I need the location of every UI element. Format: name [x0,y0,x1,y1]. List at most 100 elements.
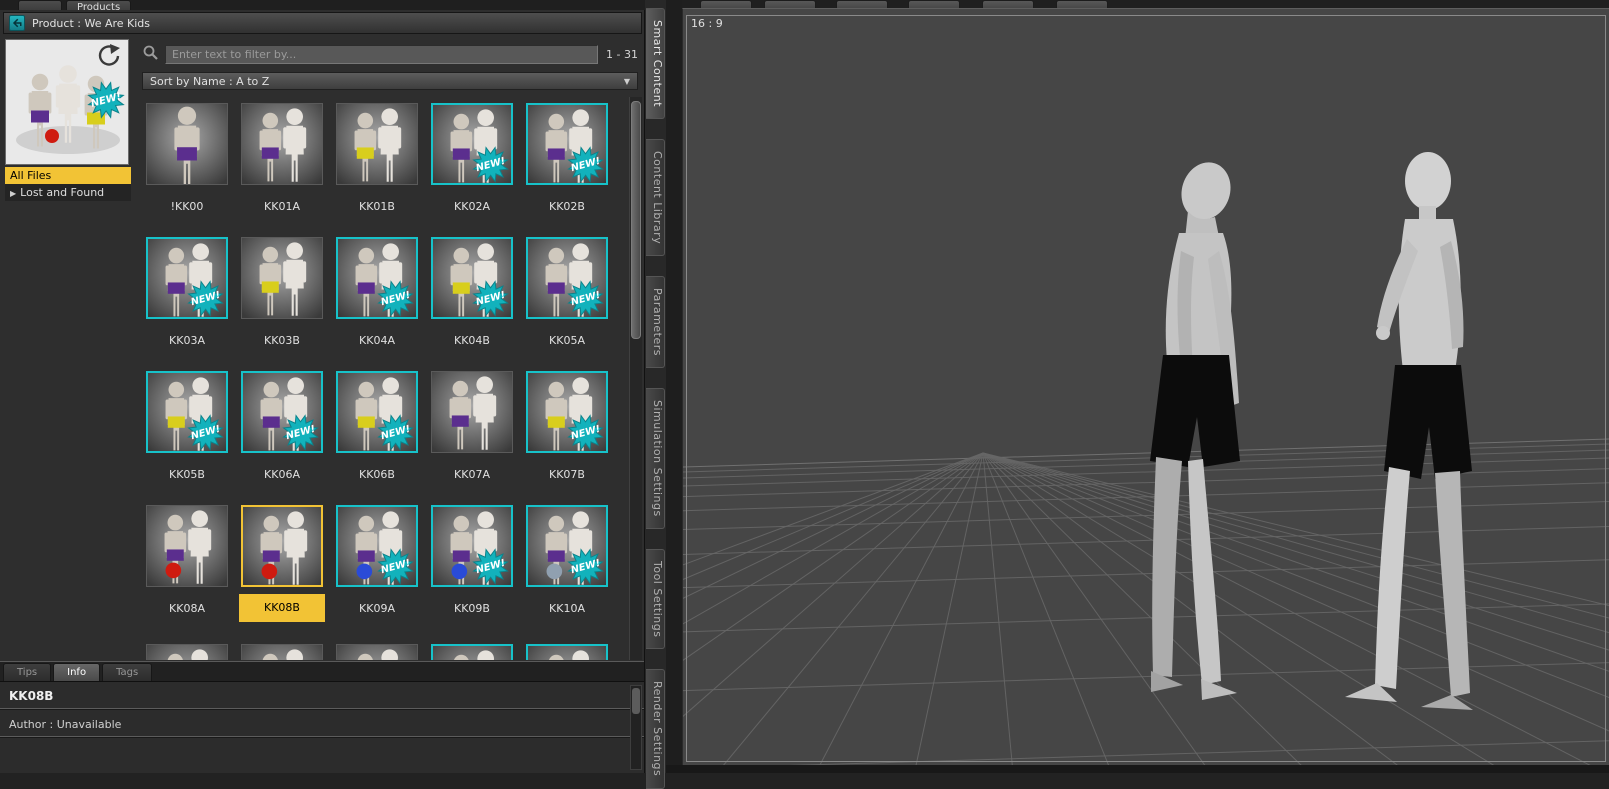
asset-thumbnail[interactable] [241,237,323,319]
pane-tab-content-library[interactable]: Content Library [646,139,665,257]
asset-thumbnail[interactable] [241,644,323,660]
asset-item-kk02a[interactable]: NEW! KK02A [431,103,513,215]
asset-item-kk04b[interactable]: NEW! KK04B [431,237,513,349]
viewport-3d[interactable]: 16 : 9 [682,8,1609,765]
pane-tab-smart-content[interactable]: Smart Content [646,8,665,120]
asset-thumbnail[interactable]: NEW! [526,505,608,587]
asset-thumbnail[interactable] [146,103,228,185]
info-tab-tips[interactable]: Tips [3,663,52,681]
asset-item-kk01a[interactable]: KK01A [241,103,323,215]
asset-item-kk05b[interactable]: NEW! KK05B [146,371,228,483]
search-icon [142,44,159,64]
sidebar-item-all-files[interactable]: All Files [5,167,131,184]
asset-thumbnail[interactable] [146,644,228,660]
asset-thumbnail[interactable]: NEW! [431,505,513,587]
asset-label: KK04A [359,334,395,347]
top-tab-stub[interactable] [18,0,62,10]
asset-item-kk07a[interactable]: KK07A [431,371,513,483]
pane-tab-simulation-settings[interactable]: Simulation Settings [646,388,665,529]
grid-scrollbar-thumb[interactable] [631,101,641,339]
asset-item-kk03a[interactable]: NEW! KK03A [146,237,228,349]
asset-item[interactable] [336,644,418,660]
asset-thumbnail[interactable] [241,103,323,185]
sort-dropdown[interactable]: Sort by Name : A to Z ▼ [142,72,638,90]
info-scrollbar[interactable] [630,685,642,770]
asset-thumbnail[interactable]: NEW! [526,371,608,453]
filter-input[interactable] [165,44,598,64]
asset-thumbnail[interactable]: NEW! [336,371,418,453]
asset-thumbnail[interactable]: NEW! [526,237,608,319]
asset-item-kk03b[interactable]: KK03B [241,237,323,349]
asset-label: KK06A [264,468,300,481]
asset-item-kk04a[interactable]: NEW! KK04A [336,237,418,349]
asset-item[interactable] [526,644,608,660]
figure-right[interactable] [1345,152,1473,710]
info-author: Author : Unavailable [9,718,122,731]
figure-left[interactable] [1150,156,1240,700]
asset-label: KK04B [454,334,490,347]
asset-item-kk09b[interactable]: NEW! KK09B [431,505,513,622]
asset-thumbnail[interactable] [431,644,513,660]
back-arrow-icon[interactable] [9,15,25,31]
asset-thumbnail[interactable]: NEW! [336,505,418,587]
asset-item-kk08b[interactable]: KK08B [239,505,325,622]
asset-item-kk06b[interactable]: NEW! KK06B [336,371,418,483]
info-tab-info[interactable]: Info [53,663,101,681]
asset-item[interactable] [146,644,228,660]
info-panel-tabs: Tips Info Tags [0,662,644,682]
asset-grid-area: !KK00 KK01A KK01B NEW! KK02A NEW! KK02B NEW! KK0… [138,97,642,660]
panel-gap [666,0,682,773]
asset-item-kk06a[interactable]: NEW! KK06A [241,371,323,483]
viewport-bottom-strip [666,765,1609,773]
asset-thumbnail[interactable] [241,505,323,587]
asset-item[interactable] [431,644,513,660]
asset-thumbnail[interactable]: NEW! [431,103,513,185]
asset-thumbnail[interactable] [431,371,513,453]
info-tab-tags[interactable]: Tags [102,663,153,681]
asset-thumbnail[interactable]: NEW! [431,237,513,319]
asset-item-kk10a[interactable]: NEW! KK10A [526,505,608,622]
asset-item-kk00[interactable]: !KK00 [146,103,228,215]
asset-label: KK05A [549,334,585,347]
asset-grid: !KK00 KK01A KK01B NEW! KK02A NEW! KK02B NEW! KK0… [146,103,608,660]
asset-item-kk05a[interactable]: NEW! KK05A [526,237,608,349]
category-column: NEW! All Files ▶ Lost and Found [3,37,133,660]
product-header-bar: Product : We Are Kids [3,12,642,34]
asset-label: KK06B [359,468,395,481]
asset-item[interactable] [241,644,323,660]
tab-products[interactable]: Products [66,0,132,10]
asset-thumbnail[interactable]: NEW! [336,237,418,319]
asset-label: KK08A [169,602,205,615]
asset-label: KK02B [549,200,585,213]
expand-triangle-icon: ▶ [10,189,17,198]
divider [0,736,644,737]
product-preview-thumbnail[interactable]: NEW! [5,39,129,165]
pane-tab-tool-settings[interactable]: Tool Settings [646,548,665,650]
asset-item-kk09a[interactable]: NEW! KK09A [336,505,418,622]
asset-label: KK02A [454,200,490,213]
asset-thumbnail[interactable]: NEW! [526,103,608,185]
asset-label: KK09B [454,602,490,615]
asset-item-kk01b[interactable]: KK01B [336,103,418,215]
filter-row: 1 - 31 [138,42,642,66]
pane-tab-parameters[interactable]: Parameters [646,276,665,369]
asset-thumbnail[interactable] [336,644,418,660]
pane-tab-strip: Smart Content Content Library Parameters Si… [645,0,666,789]
sidebar-item-lost-and-found[interactable]: ▶ Lost and Found [5,184,131,201]
asset-item-kk08a[interactable]: KK08A [146,505,228,622]
asset-thumbnail[interactable] [526,644,608,660]
asset-thumbnail[interactable] [336,103,418,185]
product-label: Product : We Are Kids [32,16,151,30]
asset-item-kk07b[interactable]: NEW! KK07B [526,371,608,483]
asset-thumbnail[interactable] [146,505,228,587]
pane-tab-render-settings[interactable]: Render Settings [646,669,665,789]
asset-item-kk02b[interactable]: NEW! KK02B [526,103,608,215]
asset-label: !KK00 [170,200,204,213]
asset-thumbnail[interactable]: NEW! [241,371,323,453]
info-scrollbar-thumb[interactable] [632,688,640,714]
asset-thumbnail[interactable]: NEW! [146,237,228,319]
asset-thumbnail[interactable]: NEW! [146,371,228,453]
grid-scrollbar[interactable] [629,97,642,660]
asset-label: KK07B [549,468,585,481]
result-range: 1 - 31 [606,47,638,61]
